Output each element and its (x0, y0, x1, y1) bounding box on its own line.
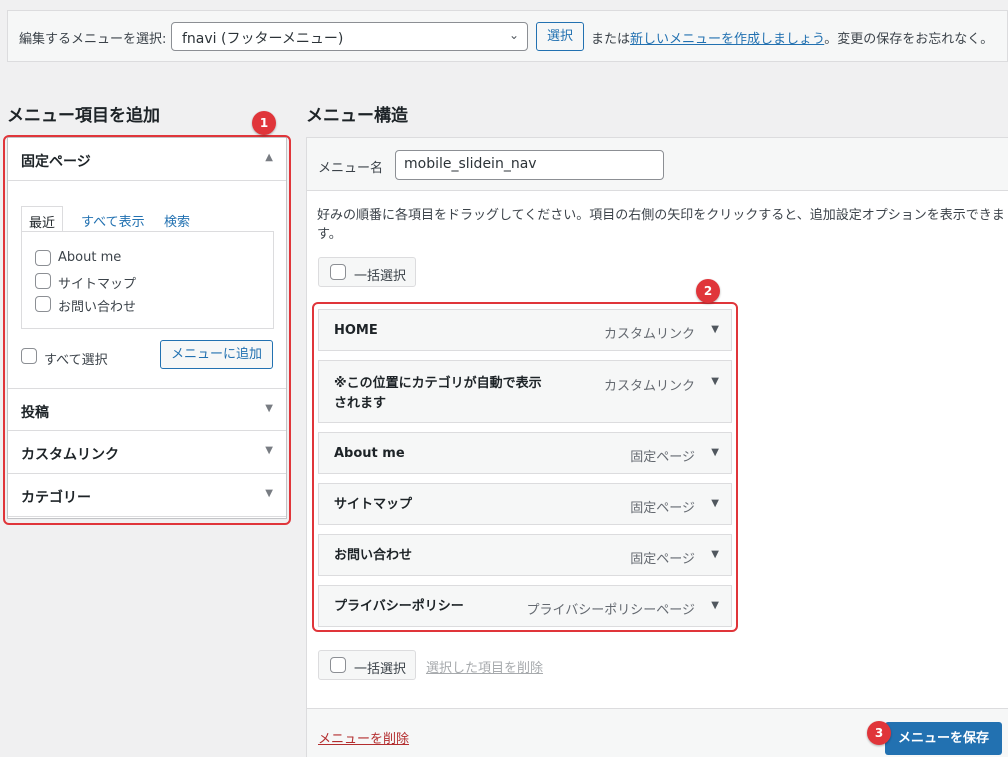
highlight-box-add-items (3, 135, 291, 525)
menu-select-dropdown[interactable]: fnavi (フッターメニュー) ⌄ (171, 22, 528, 51)
text-before: または (591, 32, 631, 47)
step-badge-1: 1 (252, 111, 276, 135)
menu-select-label: 編集するメニューを選択: (19, 32, 167, 47)
step-badge-3: 3 (867, 721, 891, 745)
bulk-select-checkbox[interactable] (330, 264, 346, 280)
menu-select-value: fnavi (フッターメニュー) (182, 31, 344, 47)
add-menu-items-title: メニュー項目を追加 (7, 106, 160, 126)
select-menu-button[interactable]: 選択 (536, 22, 584, 51)
highlight-box-menu-items (312, 302, 738, 632)
chevron-down-icon: ⌄ (508, 28, 519, 42)
save-menu-button[interactable]: メニューを保存 (885, 722, 1002, 755)
menu-name-input[interactable]: mobile_slidein_nav (395, 150, 664, 180)
menu-name-bar: メニュー名 mobile_slidein_nav (307, 138, 1008, 191)
create-menu-link[interactable]: 新しいメニューを作成しましょう (630, 32, 824, 47)
text-after: 。変更の保存をお忘れなく。 (824, 32, 994, 47)
menu-select-bar: 編集するメニューを選択: fnavi (フッターメニュー) ⌄ 選択 または新し… (7, 10, 1008, 62)
delete-selected-link[interactable]: 選択した項目を削除 (426, 657, 543, 676)
drag-instructions: 好みの順番に各項目をドラッグしてください。項目の右側の矢印をクリックすると、追加… (317, 208, 1005, 242)
create-menu-text: または新しいメニューを作成しましょう。変更の保存をお忘れなく。 (591, 28, 993, 47)
step-badge-2: 2 (696, 279, 720, 303)
bulk-select-label: 一括選択 (354, 662, 407, 677)
menu-footer-bar: メニューを削除 メニューを保存 (307, 708, 1008, 757)
bulk-select-bottom[interactable]: 一括選択 (318, 650, 416, 680)
bulk-select-label: 一括選択 (354, 269, 407, 284)
bulk-select-checkbox[interactable] (330, 657, 346, 673)
delete-menu-link[interactable]: メニューを削除 (318, 728, 409, 747)
menu-structure-title: メニュー構造 (306, 106, 408, 126)
menu-name-label: メニュー名 (318, 161, 384, 176)
bulk-select-top[interactable]: 一括選択 (318, 257, 416, 287)
